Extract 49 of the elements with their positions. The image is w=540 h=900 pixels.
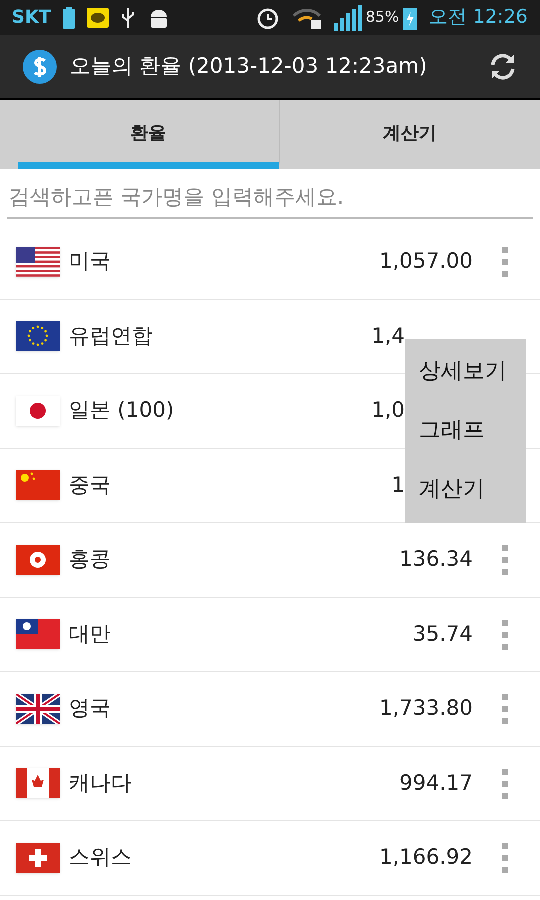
country-name: 유럽연합 bbox=[69, 322, 153, 350]
usb-icon bbox=[121, 6, 136, 28]
exchange-rate: 1,733.80 bbox=[379, 695, 473, 722]
exchange-rate: 1,166.92 bbox=[379, 844, 473, 871]
tab[interactable]: 계산기 bbox=[278, 100, 540, 169]
country-name: 일본 (100) bbox=[69, 397, 174, 424]
overflow-menu-icon[interactable] bbox=[501, 620, 509, 650]
flag-icon bbox=[16, 842, 60, 873]
exchange-rate: 1,0 bbox=[372, 397, 405, 424]
country-name: 중국 bbox=[69, 472, 111, 498]
country-name: 캐나다 bbox=[69, 770, 132, 796]
flag-icon bbox=[16, 321, 60, 352]
flag-icon bbox=[16, 768, 60, 798]
flag-icon bbox=[16, 246, 60, 277]
battery-percent: 85% bbox=[366, 7, 400, 28]
overflow-menu-icon[interactable] bbox=[501, 843, 509, 873]
carrier-name: SKT bbox=[12, 6, 52, 30]
charging-icon bbox=[403, 6, 418, 30]
country-name: 영국 bbox=[69, 695, 111, 722]
exchange-rate: 1,4 bbox=[372, 322, 405, 350]
exchange-rate: 1 bbox=[392, 472, 405, 498]
tab[interactable]: 환율 bbox=[18, 100, 278, 169]
country-name: 스위스 bbox=[69, 844, 132, 871]
country-name: 홍콩 bbox=[69, 546, 111, 573]
menu-item[interactable]: 상세보기 bbox=[405, 355, 526, 388]
chat-icon bbox=[87, 8, 110, 28]
overflow-menu-icon[interactable] bbox=[501, 694, 509, 724]
flag-icon bbox=[16, 470, 60, 500]
exchange-rate: 1,057.00 bbox=[379, 248, 473, 275]
country-name: 대만 bbox=[69, 620, 111, 648]
overflow-menu-icon[interactable] bbox=[501, 247, 509, 277]
flag-icon bbox=[16, 396, 60, 426]
menu-item[interactable]: 그래프 bbox=[405, 414, 526, 447]
dollar-icon bbox=[22, 48, 58, 84]
menu-item[interactable]: 계산기 bbox=[405, 472, 526, 506]
overflow-menu-icon[interactable] bbox=[501, 545, 509, 575]
exchange-rate: 35.74 bbox=[412, 620, 473, 648]
battery-icon bbox=[63, 6, 76, 28]
exchange-rate: 994.17 bbox=[400, 770, 473, 796]
flag-icon bbox=[16, 694, 60, 724]
flag-icon bbox=[16, 544, 60, 575]
app-title: 오늘의 환율 (2013-12-03 12:23am) bbox=[70, 52, 428, 80]
signal-icon bbox=[334, 4, 362, 30]
search-field[interactable]: 검색하고픈 국가명을 입력해주세요. bbox=[7, 177, 533, 219]
overflow-menu-icon[interactable] bbox=[501, 768, 509, 798]
exchange-rate: 136.34 bbox=[400, 546, 473, 573]
flag-icon bbox=[16, 619, 60, 650]
clock: 오전 12:26 bbox=[429, 5, 528, 30]
country-name: 미국 bbox=[69, 248, 111, 275]
